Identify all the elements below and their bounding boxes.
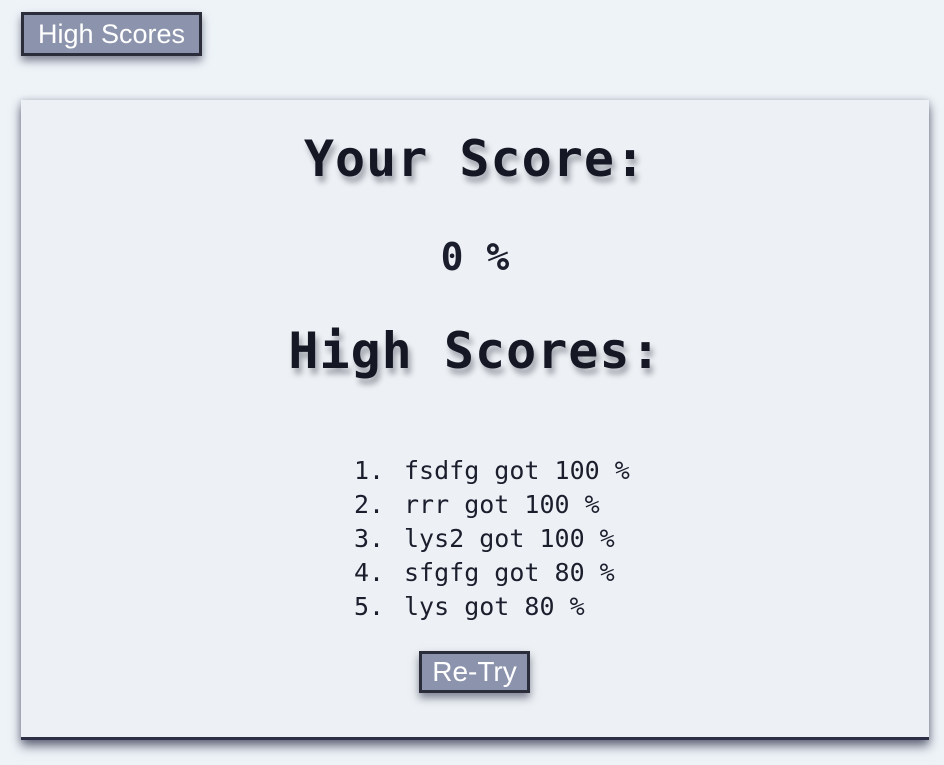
score-entry: fsdfg got 100 % — [404, 456, 630, 485]
your-score-title: Your Score: — [303, 130, 647, 188]
score-entry: rrr got 100 % — [404, 490, 600, 519]
high-scores-title: High Scores: — [288, 322, 662, 380]
rank-number: 4. — [354, 558, 385, 587]
results-panel: Your Score: 0 % High Scores: 1. fsdfg got… — [21, 100, 929, 740]
rank-number: 1. — [354, 456, 385, 485]
list-item: 1. fsdfg got 100 % — [354, 454, 630, 488]
list-item: 5. lys got 80 % — [354, 590, 630, 624]
list-item: 4. sfgfg got 80 % — [354, 556, 630, 590]
retry-button[interactable]: Re-Try — [419, 651, 530, 693]
list-item: 2. rrr got 100 % — [354, 488, 630, 522]
rank-number: 2. — [354, 490, 385, 519]
score-value: 0 % — [440, 235, 510, 279]
score-entry: lys got 80 % — [404, 592, 585, 621]
rank-number: 3. — [354, 524, 385, 553]
high-scores-list: 1. fsdfg got 100 % 2. rrr got 100 % 3. lys2… — [354, 454, 630, 624]
rank-number: 5. — [354, 592, 385, 621]
score-entry: lys2 got 100 % — [404, 524, 615, 553]
list-item: 3. lys2 got 100 % — [354, 522, 630, 556]
score-entry: sfgfg got 80 % — [404, 558, 615, 587]
high-scores-button[interactable]: High Scores — [21, 12, 202, 56]
